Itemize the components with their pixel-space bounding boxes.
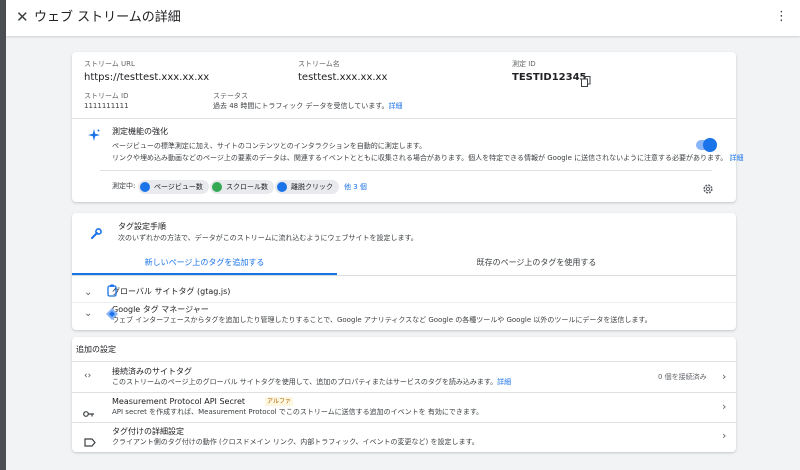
copy-icon[interactable] (581, 72, 591, 87)
tag-item-gtag-title[interactable]: グローバル サイトタグ (gtag.js) (112, 287, 230, 297)
chevron-right-icon: › (722, 400, 727, 413)
connected-site-tags-title: 接続済みのサイトタグ (112, 367, 192, 376)
more-chips-link[interactable]: 他 3 個 (344, 183, 367, 192)
tag-setup-subtitle: 次のいずれかの方法で、データがこのストリームに流れ込むようにウェブサイトを設定し… (118, 234, 418, 242)
top-bar: ✕ ウェブ ストリームの詳細 ⋮ (6, 0, 800, 36)
close-icon[interactable]: ✕ (16, 9, 29, 25)
connected-site-tags-desc-text: このストリームのページ上のグローバル サイトタグを使用して、追加のプロパティまた… (112, 378, 498, 386)
connected-site-tags-row[interactable]: ‹› 接続済みのサイトタグ このストリームのページ上のグローバル サイトタグを使… (72, 362, 736, 392)
stream-id-label: ストリーム ID (84, 92, 129, 100)
chip-page-views[interactable]: ページビュー数 (138, 180, 209, 194)
measuring-label: 測定中: (112, 182, 136, 190)
divider (72, 118, 736, 119)
tab-use-existing-tag[interactable]: 既存のページ上のタグを使用する (337, 258, 736, 274)
connected-site-tags-desc: このストリームのページ上のグローバル サイトタグを使用して、追加のプロパティまた… (112, 378, 511, 387)
enhanced-desc-line2: リンクや埋め込み動画などのページ上の要素のデータは、関連するイベントとともに収集… (112, 154, 744, 163)
status-label: ステータス (213, 92, 248, 100)
tagging-settings-row[interactable]: タグ付けの詳細設定 クライアント側のタグ付けの動作 (クロスドメイン リンク、内… (72, 423, 736, 451)
status-value: 過去 48 時間にトラフィック データを受信しています。詳細 (213, 102, 403, 111)
scroll-icon (212, 182, 222, 192)
stream-id-value: 1111111111 (84, 102, 129, 110)
tag-setup-title: タグ設定手順 (118, 222, 166, 231)
divider (100, 170, 712, 171)
chevron-down-icon[interactable]: ⌄ (84, 309, 92, 319)
label-tag-icon (84, 432, 96, 447)
connected-count: 0 個を接続済み (658, 373, 707, 381)
enhanced-measurement-title: 測定機能の強化 (112, 127, 168, 136)
measurement-protocol-row[interactable]: Measurement Protocol API Secret アルファ API… (72, 393, 736, 422)
tag-item-gtm-title[interactable]: Google タグ マネージャー (112, 305, 209, 315)
chevron-down-icon[interactable]: ⌄ (84, 288, 92, 298)
chip-label: ページビュー数 (154, 183, 203, 191)
key-icon (83, 403, 95, 417)
page-title: ウェブ ストリームの詳細 (34, 10, 181, 25)
chevron-right-icon: › (722, 429, 727, 442)
tagging-settings-title: タグ付けの詳細設定 (112, 427, 184, 436)
additional-settings-header: 追加の設定 (76, 345, 116, 354)
measurement-protocol-desc: API secret を作成すれば、Measurement Protocol で… (112, 408, 484, 416)
chip-label: スクロール数 (226, 183, 268, 191)
enhanced-details-link[interactable]: 詳細 (730, 154, 744, 162)
additional-settings-card: 追加の設定 ‹› 接続済みのサイトタグ このストリームのページ上のグローバル サ… (72, 337, 736, 452)
measurement-id-label: 測定 ID (512, 60, 536, 68)
chip-scrolls[interactable]: スクロール数 (210, 180, 274, 194)
stream-url-label: ストリーム URL (84, 60, 135, 68)
gtag-icon (107, 282, 117, 297)
eye-icon (140, 182, 150, 192)
status-details-link[interactable]: 詳細 (389, 102, 403, 110)
wrench-icon (90, 225, 102, 239)
tag-item-gtm-desc: ウェブ インターフェースからタグを追加したり管理したりすることで、Google … (112, 316, 652, 324)
tab-add-new-tag[interactable]: 新しいページ上のタグを追加する (72, 258, 337, 274)
sparkle-icon (88, 126, 100, 141)
measurement-protocol-title: Measurement Protocol API Secret (112, 397, 246, 406)
connected-site-tags-link[interactable]: 詳細 (497, 378, 511, 386)
chip-label: 離脱クリック (291, 183, 333, 191)
stream-name-label: ストリーム名 (298, 60, 340, 68)
more-vert-icon[interactable]: ⋮ (775, 8, 788, 26)
settings-icon[interactable] (702, 180, 714, 194)
divider (72, 302, 736, 303)
stream-name-value: testtest.xxx.xx.xx (298, 72, 388, 83)
click-icon (277, 182, 287, 192)
enhanced-desc-line1: ページビューの標準測定に加え、サイトのコンテンツとのインタラクションを自動的に測… (112, 142, 427, 150)
chevron-right-icon: › (722, 370, 727, 383)
enhanced-desc-text: リンクや埋め込み動画などのページ上の要素のデータは、関連するイベントとともに収集… (112, 154, 728, 162)
gtm-icon (105, 306, 119, 320)
toggle-knob (703, 138, 717, 152)
code-icon: ‹› (84, 371, 92, 381)
status-text: 過去 48 時間にトラフィック データを受信しています。 (213, 102, 389, 110)
stream-url-value: https://testtest.xxx.xx.xx (84, 72, 210, 83)
measurement-id-value: TESTID12345 (512, 72, 587, 83)
stream-details-panel: ✕ ウェブ ストリームの詳細 ⋮ ストリーム URL https://testt… (6, 0, 800, 470)
enhanced-measurement-toggle[interactable] (696, 138, 717, 152)
divider (72, 275, 736, 276)
alpha-badge: アルファ (265, 397, 293, 406)
tagging-settings-desc: クライアント側のタグ付けの動作 (クロスドメイン リンク、内部トラフィック、イベ… (112, 438, 479, 446)
chip-outbound-clicks[interactable]: 離脱クリック (275, 180, 339, 194)
